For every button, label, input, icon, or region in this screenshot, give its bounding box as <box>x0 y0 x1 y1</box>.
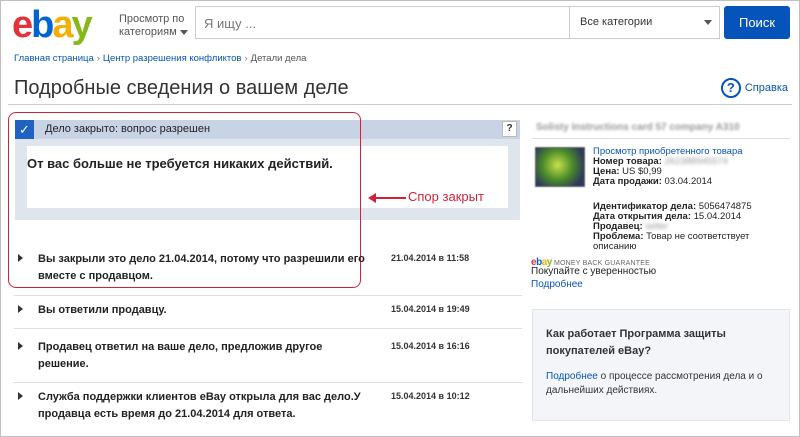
ebay-logo[interactable]: ebay <box>12 6 93 44</box>
search-input[interactable] <box>204 14 564 32</box>
history-message: Вы закрыли это дело 21.04.2014, потому ч… <box>38 253 365 282</box>
help-label: Справка <box>744 82 788 94</box>
problem-value-cont: описанию <box>593 241 637 252</box>
sale-date-value: 03.04.2014 <box>664 176 713 187</box>
problem-row-continued: описанию <box>593 241 636 252</box>
status-help-button[interactable]: ? <box>502 121 517 137</box>
annotation-arrow-icon <box>368 193 406 203</box>
chevron-down-icon <box>179 29 188 35</box>
buyer-protection-box: Как работает Программа защиты покупателе… <box>532 309 790 421</box>
history-message: Продавец ответил на ваше дело, предложив… <box>38 341 323 370</box>
search-button[interactable]: Поиск <box>724 6 790 39</box>
page-title: Подробные сведения о вашем деле <box>14 77 349 99</box>
expand-arrow-icon <box>18 254 23 262</box>
divider <box>14 328 522 329</box>
sale-date-row: Дата продажи: 03.04.2014 <box>593 176 713 187</box>
problem-value: Товар не соответствует <box>646 231 750 242</box>
history-date: 21.04.2014 в 11:58 <box>391 253 470 263</box>
help-link[interactable]: ? Справка <box>720 78 788 98</box>
buy-with-confidence: Покупайте с уверенностью <box>531 266 657 277</box>
more-info-link[interactable]: Подробнее <box>531 279 583 290</box>
expand-arrow-icon <box>18 342 23 350</box>
browse-categories[interactable]: Просмотр по категориям <box>119 13 188 39</box>
breadcrumb-resolution-center[interactable]: Центр разрешения конфликтов <box>103 53 242 64</box>
search-box: Все категории <box>195 6 720 39</box>
history-date: 15.04.2014 в 10:12 <box>391 391 470 401</box>
expand-arrow-icon <box>18 305 23 313</box>
divider <box>14 382 522 383</box>
divider <box>14 295 522 296</box>
breadcrumb-separator: › <box>96 53 100 64</box>
browse-line2: категориям <box>119 26 177 38</box>
promo-text: Подробнее о процессе рассмотрения дела и… <box>546 371 763 396</box>
breadcrumb-home[interactable]: Главная страница <box>14 53 94 64</box>
history-message: Вы ответили продавцу. <box>38 304 167 316</box>
item-thumbnail[interactable] <box>535 147 585 187</box>
category-select[interactable]: Все категории <box>569 7 720 38</box>
question-icon: ? <box>720 78 741 98</box>
history-date: 15.04.2014 в 19:49 <box>391 304 470 314</box>
history-message: Служба поддержки клиентов eBay открыла д… <box>38 391 361 420</box>
promo-title: Как работает Программа защиты покупателе… <box>546 328 726 357</box>
open-date-value: 15.04.2014 <box>693 211 742 222</box>
promo-more-link[interactable]: Подробнее <box>546 371 598 382</box>
breadcrumb-separator: › <box>244 53 248 64</box>
breadcrumb: Главная страница › Центр разрешения конфли… <box>14 53 306 64</box>
divider <box>8 104 792 105</box>
item-number-value: 262388945574 <box>664 156 728 167</box>
item-title: Solisty Instructions card 57 company A31… <box>536 122 740 133</box>
annotation-label: Спор закрыт <box>408 189 484 204</box>
chevron-down-icon <box>704 20 712 25</box>
expand-arrow-icon <box>18 392 23 400</box>
history-date: 15.04.2014 в 16:16 <box>391 341 470 351</box>
breadcrumb-current: Детали дела <box>250 53 307 64</box>
divider <box>532 138 790 139</box>
browse-line1: Просмотр по <box>119 13 185 25</box>
category-select-value: Все категории <box>580 16 653 28</box>
